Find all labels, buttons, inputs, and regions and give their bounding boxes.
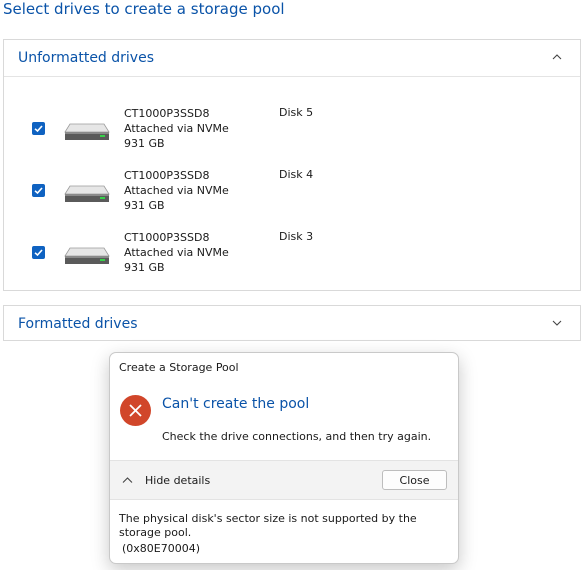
error-dialog: Create a Storage Pool Can't create the p…	[109, 352, 459, 564]
error-x-icon	[120, 395, 151, 426]
disk-label: Disk 4	[279, 168, 314, 181]
hard-drive-icon	[64, 185, 110, 202]
drive-checkbox[interactable]	[32, 184, 45, 197]
dialog-message: Check the drive connections, and then tr…	[162, 430, 432, 443]
dialog-title: Create a Storage Pool	[119, 361, 239, 374]
dialog-heading: Can't create the pool	[162, 396, 310, 412]
drive-connection: Attached via NVMe	[124, 184, 229, 197]
hard-drive-icon	[64, 247, 110, 264]
drive-checkbox[interactable]	[32, 246, 45, 259]
chevron-down-icon[interactable]	[552, 318, 562, 328]
drive-info: CT1000P3SSD8 Attached via NVMe 931 GB	[124, 106, 229, 151]
dialog-action-band: Hide details Close	[110, 460, 458, 500]
drive-connection: Attached via NVMe	[124, 246, 229, 259]
formatted-drives-title: Formatted drives	[18, 316, 138, 332]
disk-label: Disk 5	[279, 106, 314, 119]
hide-details-label: Hide details	[145, 473, 211, 487]
formatted-drives-section: Formatted drives	[3, 305, 581, 341]
checkmark-icon	[34, 249, 43, 257]
hard-drive-icon	[64, 123, 110, 140]
formatted-drives-header[interactable]: Formatted drives	[4, 306, 580, 342]
drive-row-disk3[interactable]: CT1000P3SSD8 Attached via NVMe 931 GB Di…	[4, 230, 580, 288]
error-code: (0x80E70004)	[122, 542, 201, 555]
drive-model: CT1000P3SSD8	[124, 231, 210, 244]
drive-connection: Attached via NVMe	[124, 122, 229, 135]
drive-size: 931 GB	[124, 137, 165, 150]
close-button[interactable]: Close	[382, 470, 447, 490]
drive-row-disk4[interactable]: CT1000P3SSD8 Attached via NVMe 931 GB Di…	[4, 168, 580, 226]
drive-checkbox[interactable]	[32, 122, 45, 135]
checkmark-icon	[34, 187, 43, 195]
chevron-up-icon	[122, 477, 133, 483]
drive-model: CT1000P3SSD8	[124, 107, 210, 120]
details-text: The physical disk's sector size is not s…	[119, 512, 417, 539]
unformatted-drives-title: Unformatted drives	[18, 50, 154, 66]
disk-label: Disk 3	[279, 230, 314, 243]
drive-size: 931 GB	[124, 199, 165, 212]
checkmark-icon	[34, 125, 43, 133]
unformatted-drives-section: Unformatted drives CT1000P3SSD8 Attached…	[3, 39, 581, 291]
drive-model: CT1000P3SSD8	[124, 169, 210, 182]
drive-info: CT1000P3SSD8 Attached via NVMe 931 GB	[124, 168, 229, 213]
chevron-up-icon[interactable]	[552, 52, 562, 62]
page-title: Select drives to create a storage pool	[3, 0, 285, 18]
unformatted-drives-header[interactable]: Unformatted drives	[4, 40, 580, 77]
drive-row-disk5[interactable]: CT1000P3SSD8 Attached via NVMe 931 GB Di…	[4, 106, 580, 164]
hide-details-toggle[interactable]: Hide details	[122, 472, 210, 488]
drive-size: 931 GB	[124, 261, 165, 274]
drive-info: CT1000P3SSD8 Attached via NVMe 931 GB	[124, 230, 229, 275]
